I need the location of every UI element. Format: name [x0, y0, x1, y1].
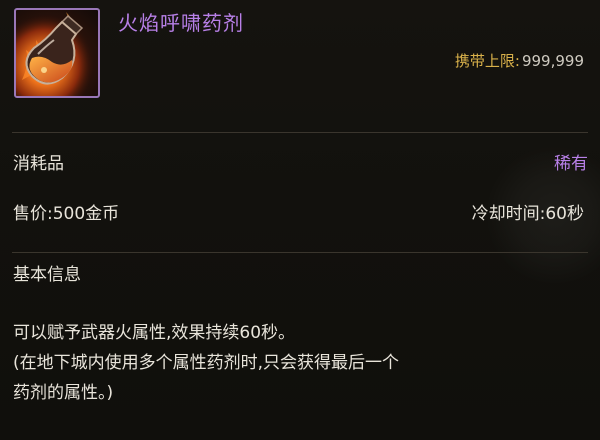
description-line: 可以赋予武器火属性,效果持续60秒。 — [13, 323, 296, 343]
item-cooldown: 冷却时间:60秒 — [471, 204, 584, 224]
info-divider — [12, 252, 588, 253]
carry-limit-value: 999,999 — [521, 52, 584, 70]
carry-limit-label: 携带上限: — [454, 52, 520, 70]
fire-potion-flask-icon — [14, 8, 100, 98]
item-tooltip: 火焰呼啸药剂 携带上限: 999,999 消耗品 稀有 售价:500金币 冷却时间… — [0, 0, 600, 440]
description-line: 药剂的属性。) — [13, 383, 114, 403]
header-divider — [12, 132, 588, 133]
item-rarity: 稀有 — [554, 154, 588, 174]
carry-limit: 携带上限: 999,999 — [455, 50, 584, 72]
item-type: 消耗品 — [13, 154, 64, 174]
item-name: 火焰呼啸药剂 — [118, 11, 244, 35]
item-description: 可以赋予武器火属性,效果持续60秒。 (在地下城内使用多个属性药剂时,只会获得最… — [13, 318, 583, 408]
description-line: (在地下城内使用多个属性药剂时,只会获得最后一个 — [13, 353, 400, 373]
basic-info-title: 基本信息 — [13, 265, 81, 285]
item-price: 售价:500金币 — [13, 204, 120, 224]
